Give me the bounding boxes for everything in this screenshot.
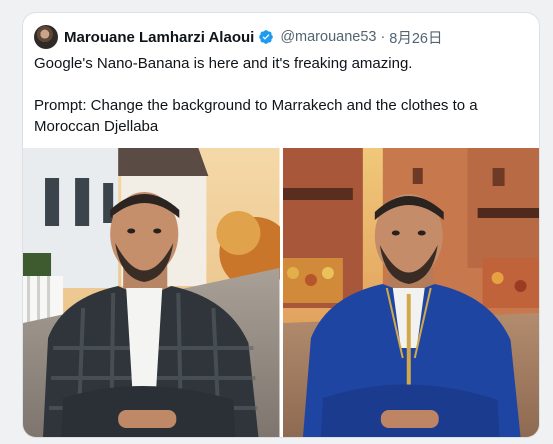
verified-badge-icon bbox=[259, 30, 274, 44]
avatar[interactable] bbox=[34, 25, 58, 49]
tweet-date[interactable]: 8月26日 bbox=[389, 27, 442, 48]
tweet-text: Google's Nano-Banana is here and it's fr… bbox=[34, 53, 529, 137]
original-photo[interactable] bbox=[23, 148, 280, 437]
author-name[interactable]: Marouane Lamharzi Alaoui bbox=[64, 29, 254, 46]
tweet-text-line: Prompt: Change the background to Marrake… bbox=[34, 97, 478, 135]
tweet-card[interactable]: Marouane Lamharzi Alaoui @marouane53 · 8… bbox=[22, 12, 540, 438]
separator-dot: · bbox=[380, 29, 386, 45]
tweet-header: Marouane Lamharzi Alaoui @marouane53 · 8… bbox=[34, 24, 443, 50]
author-handle[interactable]: @marouane53 bbox=[280, 29, 376, 45]
media-grid bbox=[23, 148, 539, 437]
edited-photo[interactable] bbox=[282, 148, 539, 437]
tweet-text-line: Google's Nano-Banana is here and it's fr… bbox=[34, 55, 413, 72]
